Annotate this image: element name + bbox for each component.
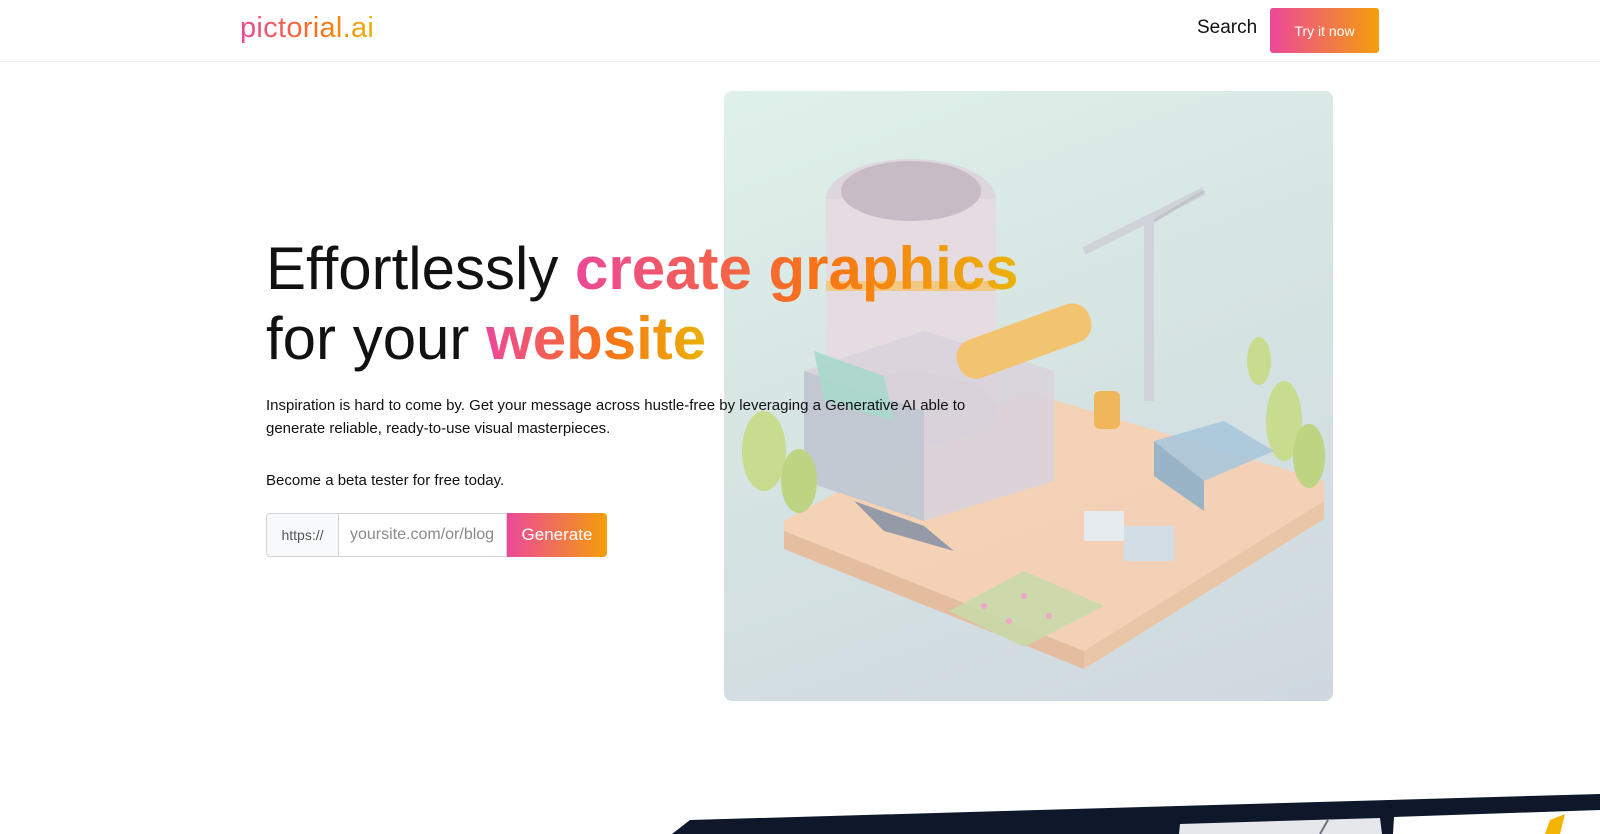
generate-button[interactable]: Generate <box>507 513 607 557</box>
logo[interactable]: pictorial.ai <box>240 12 374 45</box>
showcase-preview-strip <box>0 780 1600 834</box>
showcase-frame-icon <box>672 794 1600 834</box>
headline-highlight-2: website <box>486 305 707 372</box>
url-prefix: https:// <box>266 513 338 557</box>
try-it-now-button[interactable]: Try it now <box>1270 8 1379 53</box>
headline-text-1: Effortlessly <box>266 235 575 302</box>
url-generate-form: https:// Generate <box>266 513 607 557</box>
nav-search-link[interactable]: Search <box>1197 17 1257 39</box>
website-url-input[interactable] <box>338 513 507 557</box>
hero-headline: Effortlessly create graphics for your we… <box>266 234 1019 374</box>
beta-tester-text: Become a beta tester for free today. <box>266 472 505 489</box>
headline-highlight-1: create graphics <box>575 235 1019 302</box>
headline-text-2: for your <box>266 305 487 372</box>
hero-description: Inspiration is hard to come by. Get your… <box>266 397 966 437</box>
top-navbar: pictorial.ai Search Try it now <box>0 0 1600 62</box>
